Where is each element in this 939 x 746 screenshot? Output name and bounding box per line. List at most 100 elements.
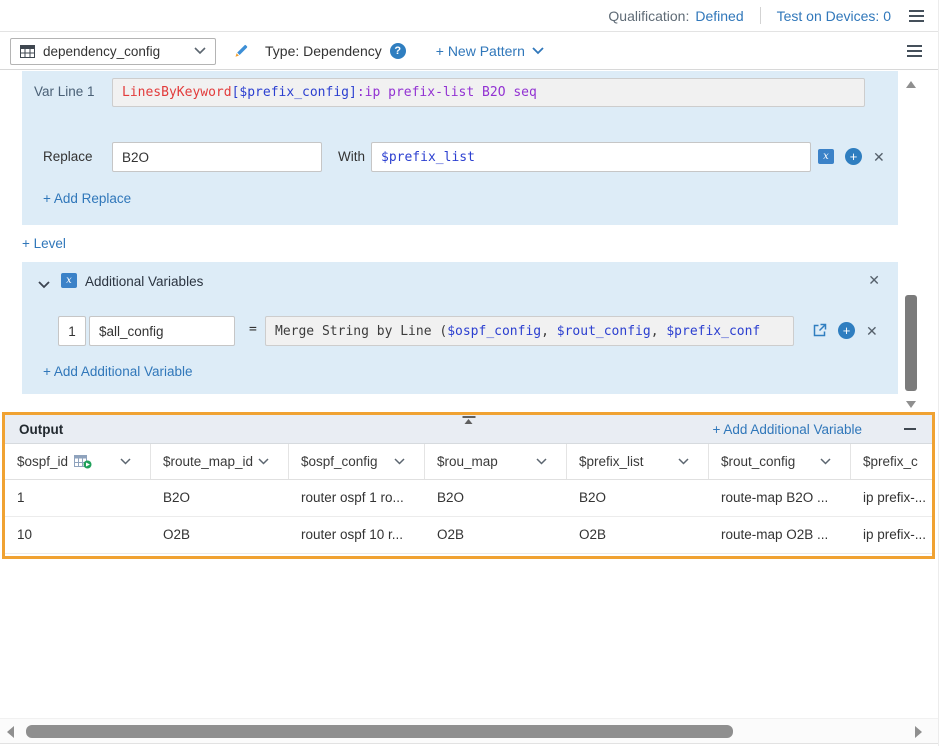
replace-label: Replace [43, 149, 93, 164]
output-table-header: $ospf_id $route_map_id $ospf_config $rou_m… [5, 444, 932, 480]
help-icon[interactable]: ? [390, 43, 406, 59]
expr-sep: , [651, 324, 667, 339]
scroll-right-icon[interactable] [915, 726, 922, 738]
add-circle-icon[interactable]: + [838, 322, 855, 339]
table-cell: B2O [425, 480, 567, 516]
chevron-down-icon[interactable] [120, 458, 131, 465]
replace-input[interactable]: B2O [112, 142, 322, 172]
test-on-devices-link[interactable]: Test on Devices: 0 [777, 8, 891, 24]
table-cell: router ospf 1 ro... [289, 480, 425, 516]
collapse-chevron-icon[interactable] [38, 276, 50, 294]
variable-name-input[interactable]: $all_config [89, 316, 235, 346]
additional-variables-panel: x Additional Variables ✕ 1 $all_config =… [22, 262, 898, 394]
chevron-down-icon[interactable] [258, 458, 269, 465]
collapse-output-icon[interactable] [902, 421, 918, 437]
output-add-variable-link[interactable]: + Add Additional Variable [713, 422, 863, 437]
edit-pattern-icon[interactable] [233, 43, 249, 59]
column-label: $prefix_list [579, 454, 644, 469]
column-header-rout_config[interactable]: $rout_config [709, 444, 851, 479]
qualification-status[interactable]: Qualification: Defined [608, 8, 743, 24]
additional-variables-title: Additional Variables [85, 274, 203, 289]
close-icon[interactable]: ✕ [873, 150, 885, 164]
add-level-link[interactable]: + Level [22, 236, 66, 251]
expr-var: $rout_config [557, 324, 651, 339]
equals-sign: = [249, 322, 257, 337]
chevron-down-icon[interactable] [678, 458, 689, 465]
topbar-divider [760, 7, 761, 24]
code-keyword: LinesByKeyword [122, 85, 232, 100]
add-additional-variable-link[interactable]: + Add Additional Variable [43, 364, 193, 379]
pattern-menu-icon[interactable] [905, 43, 924, 59]
qualification-label: Qualification: [608, 8, 689, 24]
table-row[interactable]: 1B2Orouter ospf 1 ro...B2OB2Oroute-map B… [5, 480, 932, 517]
chevron-down-icon [194, 47, 206, 55]
column-label: $rout_config [721, 454, 795, 469]
var-line-input[interactable]: LinesByKeyword[$prefix_config]:ip prefix… [112, 78, 865, 107]
scroll-down-icon[interactable] [906, 401, 916, 408]
add-circle-icon[interactable]: + [845, 148, 862, 165]
scroll-left-icon[interactable] [7, 726, 14, 738]
table-cell: router ospf 10 r... [289, 517, 425, 553]
with-label: With [338, 149, 365, 164]
horizontal-scrollbar-thumb[interactable] [26, 725, 733, 738]
expr-sep: , [541, 324, 557, 339]
column-header-rou_map[interactable]: $rou_map [425, 444, 567, 479]
variable-expression-input[interactable]: Merge String by Line ($ospf_config, $rou… [265, 316, 794, 346]
table-cell: O2B [425, 517, 567, 553]
column-label: $route_map_id [163, 454, 253, 469]
column-header-prefix_c[interactable]: $prefix_c [851, 444, 932, 479]
table-cell: ip prefix-... [851, 480, 932, 516]
table-cell: O2B [151, 517, 289, 553]
column-label: $prefix_c [863, 454, 918, 469]
table-cell: route-map B2O ... [709, 480, 851, 516]
level-panel: Var Line 1 LinesByKeyword[$prefix_config… [22, 71, 898, 225]
variables-icon: x [61, 273, 77, 288]
table-row[interactable]: 10O2Brouter ospf 10 r...O2BO2Broute-map … [5, 517, 932, 554]
chevron-down-icon[interactable] [820, 458, 831, 465]
table-cell: B2O [151, 480, 289, 516]
table-cell: 10 [5, 517, 151, 553]
type-label: Type: Dependency [265, 43, 382, 59]
table-cell: 1 [5, 480, 151, 516]
column-header-route_map_id[interactable]: $route_map_id [151, 444, 289, 479]
chevron-down-icon[interactable] [536, 458, 547, 465]
with-input[interactable]: $prefix_list [371, 142, 811, 172]
var-line-label: Var Line 1 [34, 84, 95, 99]
vertical-scrollbar-thumb[interactable] [905, 295, 917, 391]
expr-text: Merge String by Line ( [275, 324, 447, 339]
code-rest: :ip prefix-list B2O seq [357, 85, 537, 100]
pattern-select-value: dependency_config [43, 44, 186, 59]
variable-index: 1 [58, 316, 86, 346]
table-cell: ip prefix-... [851, 517, 932, 553]
pattern-select[interactable]: dependency_config [10, 38, 216, 65]
column-label: $ospf_config [301, 454, 378, 469]
menu-icon[interactable] [907, 8, 926, 24]
horizontal-scrollbar[interactable] [0, 718, 938, 744]
panel-resize-handle[interactable] [462, 416, 475, 424]
column-header-prefix_list[interactable]: $prefix_list [567, 444, 709, 479]
open-expression-icon[interactable] [812, 323, 827, 338]
table-icon [20, 45, 35, 58]
close-icon[interactable]: ✕ [866, 324, 878, 338]
chevron-down-icon[interactable] [394, 458, 405, 465]
qualification-value[interactable]: Defined [695, 8, 743, 24]
chevron-down-icon [532, 47, 544, 55]
new-pattern-button[interactable]: + New Pattern [436, 43, 544, 59]
top-status-bar: Qualification: Defined Test on Devices: … [0, 0, 938, 32]
variable-picker-icon[interactable]: x [818, 149, 834, 164]
scroll-up-icon[interactable] [906, 81, 916, 88]
add-replace-link[interactable]: + Add Replace [43, 191, 131, 206]
close-icon[interactable]: ✕ [868, 273, 880, 287]
column-header-ospf_id[interactable]: $ospf_id [5, 444, 151, 479]
table-cell: O2B [567, 517, 709, 553]
expr-var: $prefix_conf [666, 324, 760, 339]
table-cell: route-map O2B ... [709, 517, 851, 553]
output-panel: Output + Add Additional Variable $ospf_i… [2, 412, 935, 559]
table-lookup-icon[interactable] [74, 455, 92, 469]
pattern-editor-body: Var Line 1 LinesByKeyword[$prefix_config… [0, 71, 938, 412]
output-header: Output + Add Additional Variable [5, 415, 932, 444]
code-variable: [$prefix_config] [232, 85, 357, 100]
column-header-ospf_config[interactable]: $ospf_config [289, 444, 425, 479]
column-label: $rou_map [437, 454, 498, 469]
expr-var: $ospf_config [447, 324, 541, 339]
